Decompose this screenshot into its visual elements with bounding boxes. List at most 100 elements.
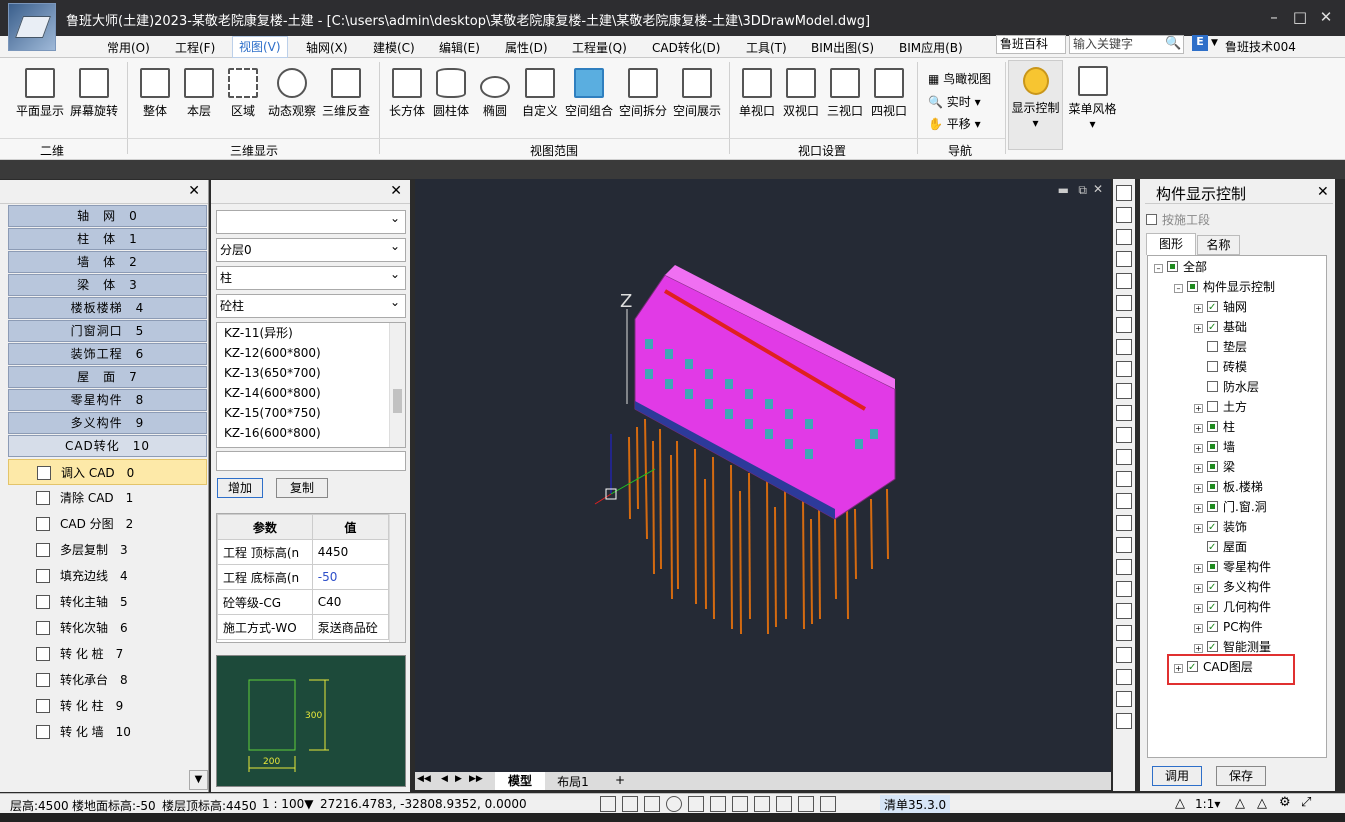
tree-item-all[interactable]: – 全部 — [1154, 257, 1207, 277]
grid-toggle-icon[interactable] — [600, 796, 616, 812]
auto-scale-icon[interactable]: △ — [1257, 796, 1267, 811]
zoom-window-icon[interactable] — [1116, 449, 1132, 465]
close-icon[interactable]: ✕ — [188, 183, 200, 199]
tile-icon[interactable] — [1116, 713, 1132, 729]
command-item[interactable]: CAD 分图 2 — [8, 511, 207, 537]
table-row[interactable]: 砼等级-CG C40 — [217, 589, 390, 615]
user-icon[interactable]: E — [1192, 35, 1208, 51]
3d-viewport[interactable]: ▬ ⧉ ✕ Z — [415, 179, 1111, 772]
cuboid-button[interactable]: 长方体 — [387, 68, 427, 118]
table-scrollbar[interactable] — [389, 514, 405, 642]
single-viewport-button[interactable]: 单视口 — [737, 68, 777, 118]
command-item[interactable]: 转化次轴 6 — [8, 615, 207, 641]
param-value[interactable]: -50 — [311, 564, 390, 590]
category-item[interactable]: 柱 体 1 — [8, 228, 207, 250]
menu-edit[interactable]: 编辑(E) — [439, 39, 480, 56]
shield-icon[interactable] — [1116, 185, 1132, 201]
binocular-icon[interactable] — [1116, 405, 1132, 421]
panel-icon[interactable] — [1116, 669, 1132, 685]
minimize-icon[interactable]: – — [1264, 8, 1284, 28]
menu-cad-convert[interactable]: CAD转化(D) — [652, 39, 720, 56]
category-item[interactable]: CAD转化 10 — [8, 435, 207, 457]
rotate-icon[interactable] — [1116, 339, 1132, 355]
tree-item[interactable]: + 土方 — [1194, 397, 1247, 417]
tab-nav-first-icon[interactable]: ◀◀ — [417, 774, 431, 784]
tree-item[interactable]: + 板.楼梯 — [1194, 477, 1263, 497]
tab-layout1[interactable]: 布局1 — [547, 773, 599, 790]
menu-bim-drawing[interactable]: BIM出图(S) — [811, 39, 874, 56]
menu-modeling[interactable]: 建模(C) — [373, 39, 415, 56]
tree-item[interactable]: 屋面 — [1207, 537, 1247, 558]
category-item[interactable]: 屋 面 7 — [8, 366, 207, 388]
dual-viewport-button[interactable]: 双视口 — [781, 68, 821, 118]
fullscreen-icon[interactable]: ⤢ — [1301, 795, 1311, 810]
category-item[interactable]: 楼板楼梯 4 — [8, 297, 207, 319]
param-value[interactable]: 4450 — [311, 539, 390, 565]
menu-project[interactable]: 工程(F) — [175, 39, 215, 56]
move-icon[interactable] — [1116, 317, 1132, 333]
app-logo[interactable] — [8, 3, 56, 51]
swap-icon[interactable] — [1116, 581, 1132, 597]
scale-select[interactable]: 1 : 100▼ — [262, 797, 313, 811]
region-button[interactable]: 区域 — [225, 68, 261, 118]
category-item[interactable]: 零星构件 8 — [8, 389, 207, 411]
command-item[interactable]: 转 化 柱 9 — [8, 693, 207, 719]
reverse-lookup-3d-button[interactable]: 三维反查 — [320, 68, 372, 118]
tree-item[interactable]: + 墙 — [1194, 437, 1235, 457]
floor-select[interactable]: 分层0 — [216, 235, 406, 262]
pan-button[interactable]: ✋ 平移 ▾ — [928, 115, 981, 132]
table-row[interactable]: 施工方式-WO 泵送商品砼 — [217, 614, 390, 640]
command-item[interactable]: 填充边线 4 — [8, 563, 207, 589]
realtime-button[interactable]: 🔍 实时 ▾ — [928, 93, 981, 110]
component-subtype-select[interactable]: 砼柱 — [216, 291, 406, 318]
tab-nav-last-icon[interactable]: ▶▶ — [469, 774, 483, 784]
otrack-toggle-icon[interactable] — [732, 796, 748, 812]
close-icon[interactable]: ✕ — [1316, 8, 1336, 28]
tree-item[interactable]: +轴网 — [1194, 297, 1247, 318]
search-source-select[interactable]: 鲁班百科 — [996, 35, 1066, 54]
eye-icon[interactable] — [1116, 251, 1132, 267]
maximize-icon[interactable]: □ — [1290, 8, 1310, 28]
mirror-icon[interactable] — [1116, 295, 1132, 311]
by-section-checkbox[interactable]: 按施工段 — [1146, 211, 1210, 228]
menu-view[interactable]: 视图(V) — [232, 36, 288, 58]
split-panel-icon[interactable] — [1116, 691, 1132, 707]
list-scrollbar[interactable] — [389, 323, 405, 447]
tree-item[interactable]: + 梁 — [1194, 457, 1235, 477]
category-item[interactable]: 轴 网 0 — [8, 205, 207, 227]
unnamed-select[interactable] — [216, 207, 406, 234]
component-type-select[interactable]: 柱 — [216, 263, 406, 290]
name-input[interactable] — [216, 451, 406, 471]
list-item[interactable]: KZ-11(异形) — [217, 323, 405, 343]
tab-model[interactable]: 模型 — [495, 772, 545, 790]
unlock-icon[interactable] — [1116, 537, 1132, 553]
tab-add[interactable]: + — [605, 773, 635, 787]
lock-icon[interactable] — [1116, 515, 1132, 531]
menu-axis[interactable]: 轴网(X) — [306, 39, 348, 56]
copy-button[interactable]: 复制 — [276, 478, 328, 498]
viewport-close-icon[interactable]: ✕ — [1093, 182, 1103, 196]
ruler-icon[interactable] — [1116, 647, 1132, 663]
space-split-button[interactable]: 空间拆分 — [617, 68, 669, 118]
add-point-icon[interactable] — [1116, 493, 1132, 509]
search-icon[interactable]: 🔍 — [1165, 36, 1181, 51]
close-icon[interactable]: ✕ — [390, 183, 402, 199]
category-item[interactable]: 门窗洞口 5 — [8, 320, 207, 342]
tab-graphic[interactable]: 图形 — [1146, 233, 1196, 255]
lineweight-toggle-icon[interactable] — [798, 796, 814, 812]
apply-button[interactable]: 调用 — [1152, 766, 1202, 786]
tree-item[interactable]: +基础 — [1194, 317, 1247, 338]
tree-item[interactable]: 垫层 — [1207, 337, 1247, 357]
annotation-scale-icon[interactable]: △ — [1175, 796, 1185, 811]
user-name[interactable]: 鲁班技术004 — [1225, 38, 1296, 55]
custom-button[interactable]: 自定义 — [520, 68, 560, 118]
tab-name[interactable]: 名称 — [1197, 235, 1240, 255]
grid-icon[interactable] — [1116, 559, 1132, 575]
3d-osnap-toggle-icon[interactable] — [710, 796, 726, 812]
selection-cycle-icon[interactable] — [820, 796, 836, 812]
tree-item[interactable]: 砖模 — [1207, 357, 1247, 377]
viewport-restore-icon[interactable]: ⧉ — [1078, 183, 1087, 198]
dynamic-orbit-button[interactable]: 动态观察 — [266, 68, 318, 118]
glasses-icon[interactable] — [1116, 427, 1132, 443]
snap-toggle-icon[interactable] — [622, 796, 638, 812]
